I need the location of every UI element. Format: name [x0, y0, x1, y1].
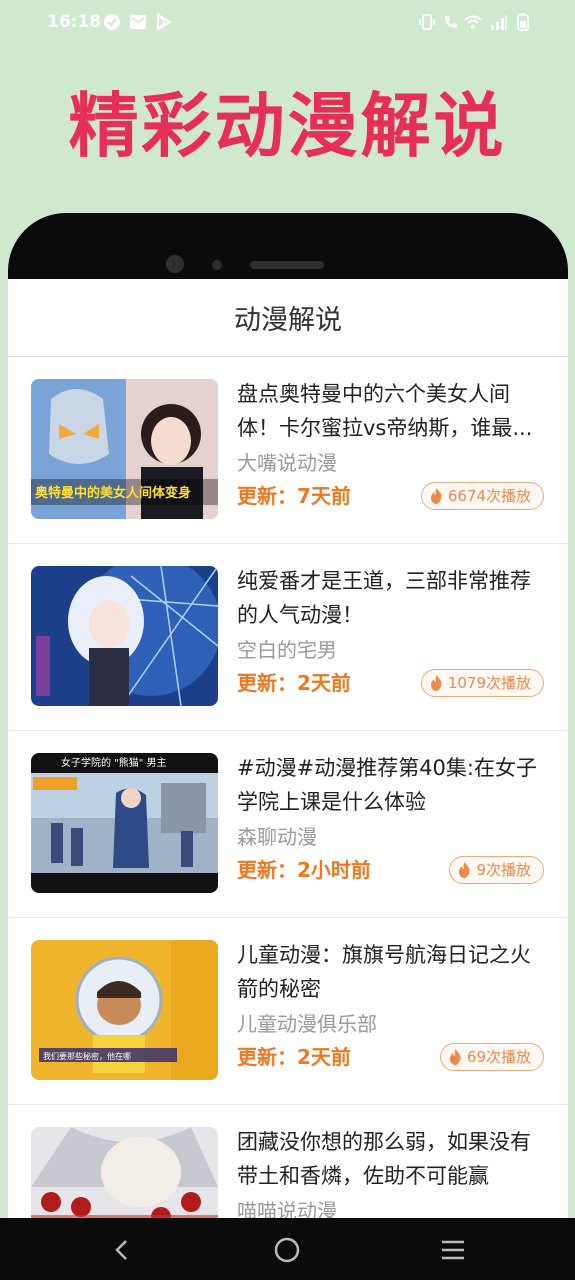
thumbnail-caption: 女子学院的 "熊猫" 男主: [61, 756, 167, 769]
play-count: 9次播放: [476, 861, 531, 879]
item-title[interactable]: 儿童动漫：旗旗号航海日记之火箭的秘密: [237, 938, 547, 1006]
play-count: 6674次播放: [447, 487, 531, 505]
signal-icon: [491, 15, 507, 30]
item-author: 儿童动漫俱乐部: [237, 1012, 377, 1036]
phone-frame-top: [8, 213, 568, 279]
play-count-badge: 69次播放: [439, 1043, 544, 1071]
item-author: 大嘴说动漫: [237, 451, 337, 475]
item-update-time: 更新：2天前: [237, 1045, 351, 1069]
wifi-call-icon: [445, 16, 457, 28]
thumbnail-caption: 奥特曼中的美女人间体变身: [35, 485, 191, 501]
battery-icon: [517, 13, 529, 31]
wifi-icon: [464, 15, 482, 29]
fire-icon: [449, 1049, 461, 1065]
item-title[interactable]: 盘点奥特曼中的六个美女人间体！卡尔蜜拉vs帝纳斯，谁最...: [237, 377, 547, 445]
vibrate-icon: [419, 14, 435, 30]
list-item[interactable]: 奥特曼中的美女人间体变身 盘点奥特曼中的六个美女人间体！卡尔蜜拉vs帝纳斯，谁最…: [8, 357, 568, 544]
play-count-badge: 1079次播放: [420, 669, 544, 697]
fire-icon: [459, 862, 470, 878]
home-icon[interactable]: [273, 1236, 301, 1264]
video-thumbnail[interactable]: 女子学院的 "熊猫" 男主: [31, 753, 218, 893]
play-count-badge: 6674次播放: [420, 482, 544, 510]
status-time: 16:18: [47, 12, 102, 32]
camera-icon: [166, 255, 184, 273]
navigation-bar: [0, 1218, 575, 1280]
item-title[interactable]: 团藏没你想的那么弱，如果没有带土和香燐，佐助不可能赢: [237, 1125, 547, 1193]
phone-screen: 动漫解说 奥特曼中的美女人间体变身 盘点奥特曼中的六个美女人间体！卡尔蜜拉vs帝…: [8, 279, 568, 1219]
item-author: 空白的宅男: [237, 638, 337, 662]
play-store-icon: [157, 13, 172, 31]
play-count: 69次播放: [466, 1048, 531, 1066]
fire-icon: [430, 488, 442, 504]
sensor-icon: [212, 260, 222, 270]
banner-title: 精彩动漫解说: [68, 85, 507, 167]
play-count-badge: 9次播放: [449, 856, 544, 884]
check-circle-icon: [104, 14, 120, 30]
list-item[interactable]: 女子学院的 "熊猫" 男主 #动漫#动漫推荐第40集:在女子学院上课是什么体验 …: [8, 731, 568, 918]
video-thumbnail[interactable]: 我们要那些秘密，他在哪: [31, 940, 218, 1080]
fire-icon: [430, 675, 442, 691]
item-author: 喵喵说动漫: [237, 1199, 337, 1219]
list-item[interactable]: 纯爱番才是王道，三部非常推荐的人气动漫！ 空白的宅男 更新：2天前 1079次播…: [8, 544, 568, 731]
thumbnail-caption: 我们要那些秘密，他在哪: [43, 1051, 131, 1061]
item-title[interactable]: 纯爱番才是王道，三部非常推荐的人气动漫！: [237, 564, 547, 632]
screen-header-title: 动漫解说: [8, 279, 568, 357]
status-bar: 16:18: [0, 0, 575, 46]
mail-icon: [130, 15, 146, 29]
item-update-time: 更新：7天前: [237, 484, 351, 508]
play-count: 1079次播放: [447, 674, 531, 692]
menu-icon[interactable]: [439, 1236, 467, 1264]
video-thumbnail[interactable]: 奥特曼中的美女人间体变身: [31, 379, 218, 519]
back-icon[interactable]: [108, 1236, 136, 1264]
item-update-time: 更新：2小时前: [237, 858, 371, 882]
item-update-time: 更新：2天前: [237, 671, 351, 695]
list-item[interactable]: 团藏没你想的那么弱，如果没有带土和香燐，佐助不可能赢 喵喵说动漫: [8, 1105, 568, 1219]
item-title[interactable]: #动漫#动漫推荐第40集:在女子学院上课是什么体验: [237, 751, 547, 819]
video-thumbnail[interactable]: [31, 1127, 218, 1219]
item-author: 森聊动漫: [237, 825, 317, 849]
video-thumbnail[interactable]: [31, 566, 218, 706]
list-item[interactable]: 我们要那些秘密，他在哪 儿童动漫：旗旗号航海日记之火箭的秘密 儿童动漫俱乐部 更…: [8, 918, 568, 1105]
speaker-icon: [250, 261, 324, 269]
